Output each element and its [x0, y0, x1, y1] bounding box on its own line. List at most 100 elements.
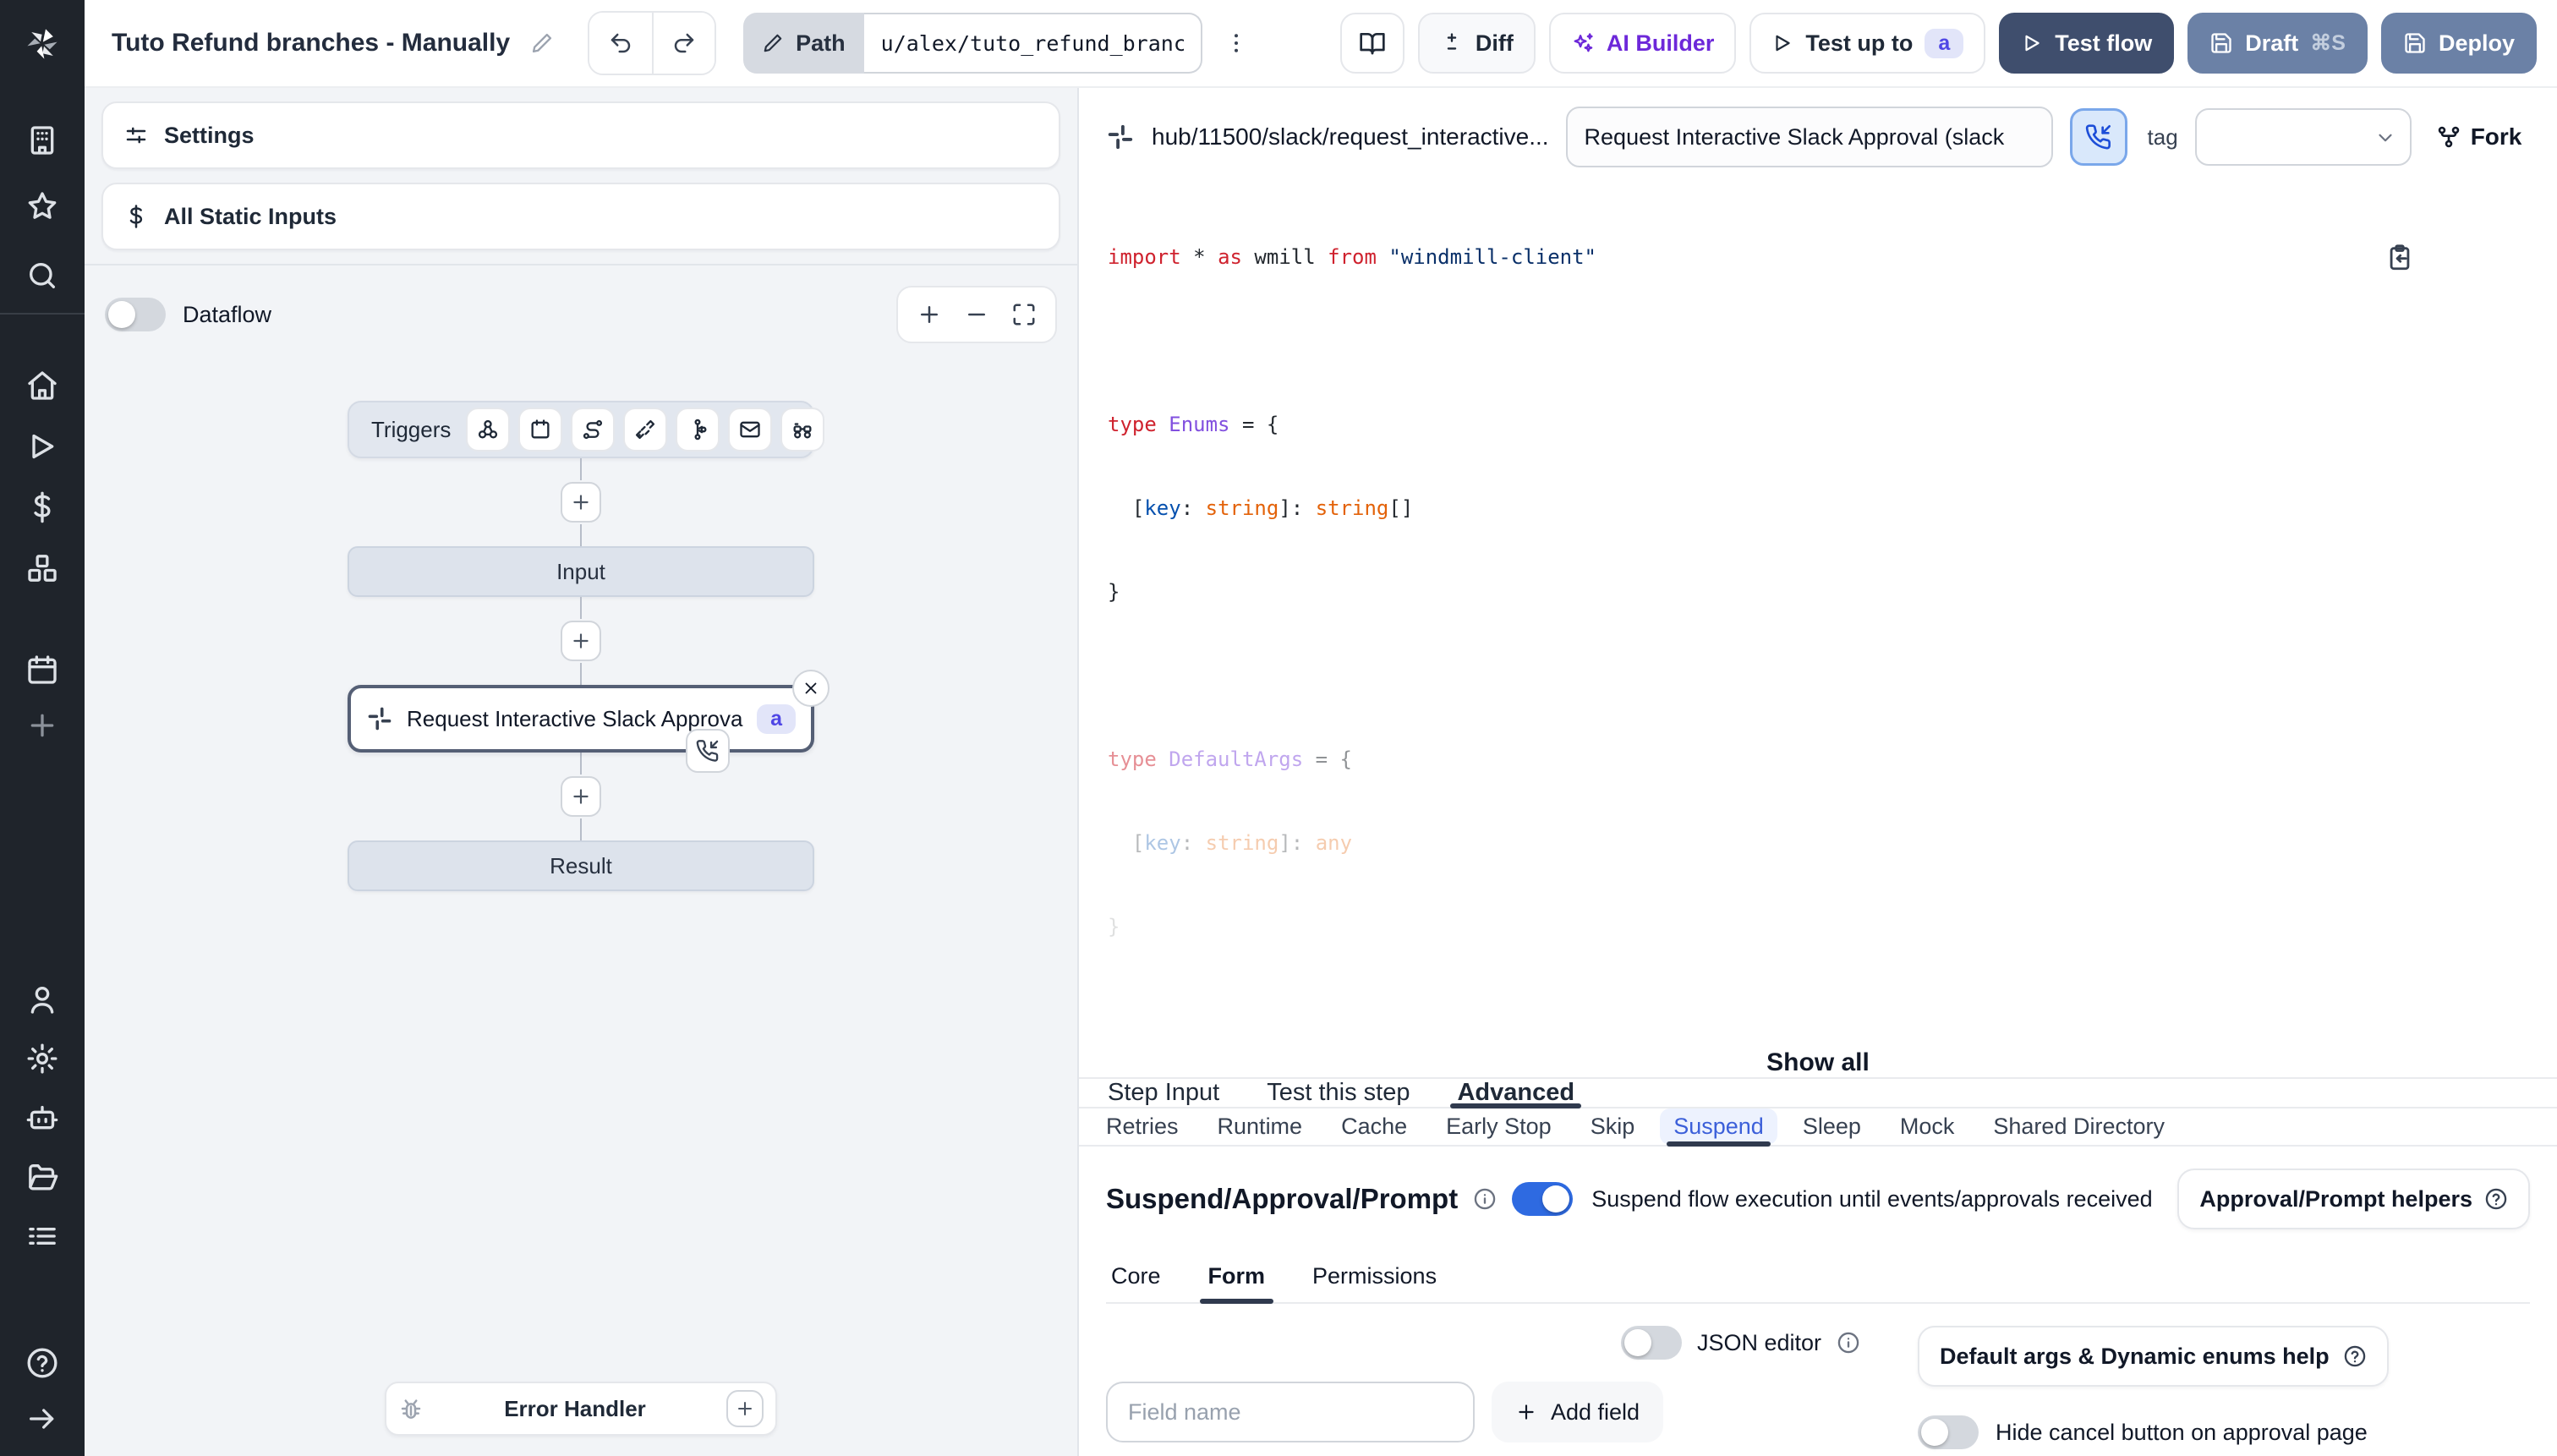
workers-robot-icon[interactable] — [25, 1101, 59, 1135]
code-token: wmill — [1241, 245, 1328, 269]
subtab-label: Sleep — [1802, 1114, 1861, 1139]
subtab-retries[interactable]: Retries — [1106, 1108, 1179, 1145]
tab-advanced[interactable]: Advanced — [1450, 1079, 1582, 1108]
code-token: Enums — [1169, 413, 1230, 436]
draft-button[interactable]: Draft ⌘S — [2187, 13, 2368, 74]
slack-approval-step-node[interactable]: Request Interactive Slack Approval (... … — [348, 670, 830, 773]
audit-logs-icon[interactable] — [25, 1219, 59, 1253]
form-help-column: Default args & Dynamic enums help Hide c… — [1918, 1326, 2389, 1456]
show-all-button[interactable]: Show all — [1766, 1048, 1870, 1077]
test-up-to-button[interactable]: Test up to a — [1749, 13, 1986, 74]
tab-step-input[interactable]: Step Input — [1106, 1079, 1221, 1107]
websocket-trigger-icon[interactable] — [623, 408, 668, 452]
route-trigger-icon[interactable] — [571, 408, 616, 452]
help-icon[interactable] — [25, 1346, 59, 1380]
field-name-input[interactable] — [1106, 1382, 1475, 1442]
zoom-out-icon[interactable] — [964, 302, 989, 327]
postgres-trigger-icon[interactable] — [780, 408, 825, 452]
triggers-node[interactable]: Triggers — [348, 401, 825, 458]
diff-button[interactable]: Diff — [1417, 13, 1536, 74]
ai-builder-button[interactable]: AI Builder — [1548, 13, 1737, 74]
runs-icon[interactable] — [25, 430, 59, 463]
fork-button[interactable]: Fork — [2435, 123, 2521, 151]
edit-title-icon[interactable] — [530, 31, 554, 55]
approval-prompt-helpers-button[interactable]: Approval/Prompt helpers — [2177, 1169, 2530, 1229]
result-node[interactable]: Result — [348, 840, 814, 891]
subtab-mock[interactable]: Mock — [1900, 1108, 1955, 1145]
hub-script-path[interactable]: hub/11500/slack/request_interactive... — [1152, 123, 1549, 151]
insert-step-button[interactable] — [561, 776, 601, 817]
default-args-help-button[interactable]: Default args & Dynamic enums help — [1918, 1326, 2389, 1387]
zoom-in-icon[interactable] — [917, 302, 942, 327]
topbar-actions: Diff AI Builder Test up to a Test flow D… — [1339, 13, 2537, 74]
error-handler-node[interactable]: Error Handler — [385, 1382, 777, 1436]
folders-icon[interactable] — [25, 1160, 59, 1194]
home-icon[interactable] — [25, 369, 59, 402]
input-node[interactable]: Input — [348, 546, 814, 597]
code-token: "windmill-client" — [1376, 245, 1597, 269]
suspend-toggle[interactable] — [1512, 1182, 1574, 1216]
resources-icon[interactable] — [25, 551, 59, 585]
edge-line — [580, 663, 582, 685]
suspend-indicator-button[interactable] — [2069, 108, 2127, 166]
flow-settings-button[interactable]: Settings — [101, 101, 1060, 169]
code-editor[interactable]: import * as wmill from "windmill-client"… — [1079, 178, 2557, 1025]
workspace-icon[interactable] — [25, 123, 59, 157]
tab-form[interactable]: Form — [1199, 1250, 1273, 1304]
tag-select[interactable] — [2194, 108, 2412, 166]
all-static-inputs-button[interactable]: All Static Inputs — [101, 183, 1060, 250]
subtab-early-stop[interactable]: Early Stop — [1446, 1108, 1552, 1145]
plus-icon — [1519, 1404, 1534, 1420]
undo-button[interactable] — [589, 13, 653, 74]
tab-permissions[interactable]: Permissions — [1311, 1250, 1438, 1302]
more-options-icon[interactable] — [1216, 13, 1257, 74]
subtab-skip[interactable]: Skip — [1591, 1108, 1635, 1145]
step-name-input[interactable] — [1565, 107, 2053, 167]
deploy-button[interactable]: Deploy — [2380, 13, 2537, 74]
add-error-handler-icon[interactable] — [726, 1390, 764, 1427]
user-icon[interactable] — [25, 983, 59, 1016]
code-token: } — [1108, 915, 1120, 939]
subtab-sleep[interactable]: Sleep — [1803, 1108, 1861, 1145]
add-field-row: Add field — [1106, 1382, 1860, 1442]
schedules-icon[interactable] — [25, 653, 59, 687]
subtab-suspend[interactable]: Suspend — [1660, 1108, 1777, 1146]
path-input[interactable] — [863, 13, 1202, 74]
code-token: [ — [1108, 496, 1145, 520]
test-up-to-step-badge: a — [1925, 28, 1964, 58]
test-flow-button[interactable]: Test flow — [1999, 13, 2175, 74]
variables-icon[interactable] — [25, 490, 59, 524]
email-trigger-icon[interactable] — [728, 408, 773, 452]
insert-step-button[interactable] — [561, 482, 601, 523]
copy-code-icon[interactable] — [2385, 188, 2532, 328]
tab-test-this-step[interactable]: Test this step — [1265, 1079, 1411, 1107]
expand-sidebar-icon[interactable] — [25, 1402, 59, 1436]
webhook-trigger-icon[interactable] — [466, 408, 511, 452]
fit-view-icon[interactable] — [1011, 302, 1037, 327]
add-icon[interactable] — [25, 709, 59, 742]
hide-cancel-toggle[interactable] — [1918, 1415, 1979, 1449]
search-icon[interactable] — [25, 259, 59, 293]
settings-gear-icon[interactable] — [25, 1042, 59, 1076]
remove-step-icon[interactable] — [792, 670, 830, 707]
subtab-cache[interactable]: Cache — [1341, 1108, 1407, 1145]
subtab-shared-directory[interactable]: Shared Directory — [1993, 1108, 2165, 1145]
code-token: string — [1205, 496, 1279, 520]
path-chip[interactable]: Path — [743, 13, 864, 74]
json-editor-toggle[interactable] — [1620, 1326, 1682, 1360]
code-token: DefaultArgs — [1169, 747, 1304, 771]
subtab-runtime[interactable]: Runtime — [1218, 1108, 1303, 1145]
windmill-logo[interactable] — [0, 0, 85, 88]
suspend-title: Suspend/Approval/Prompt — [1106, 1183, 1459, 1214]
tab-label: Advanced — [1457, 1079, 1575, 1106]
dataflow-toggle[interactable] — [105, 298, 166, 331]
add-field-button[interactable]: Add field — [1492, 1382, 1664, 1442]
tab-core[interactable]: Core — [1109, 1250, 1163, 1302]
insert-step-button[interactable] — [561, 621, 601, 661]
redo-button[interactable] — [652, 13, 715, 74]
favorites-icon[interactable] — [25, 189, 59, 223]
code-token: string — [1315, 496, 1389, 520]
schedule-trigger-icon[interactable] — [518, 408, 563, 452]
docs-book-icon[interactable] — [1339, 13, 1404, 74]
kafka-trigger-icon[interactable] — [676, 408, 720, 452]
